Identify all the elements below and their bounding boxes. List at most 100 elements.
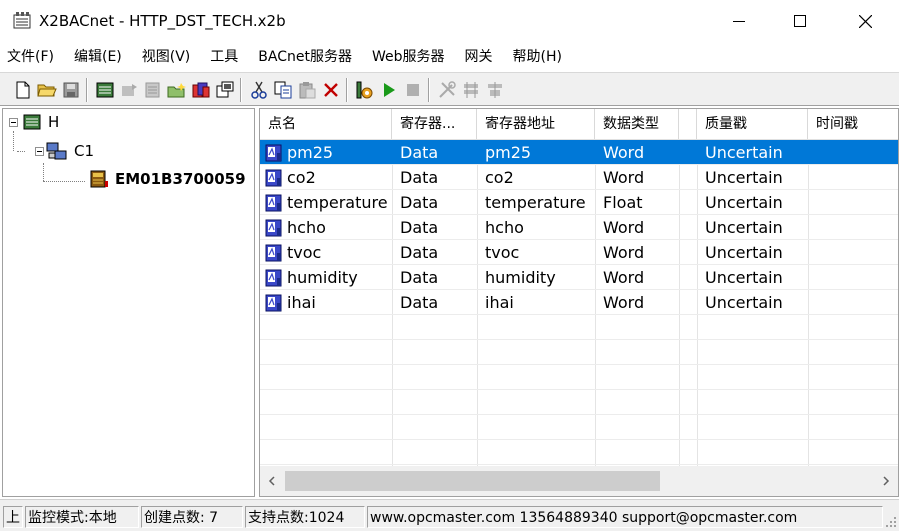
config2-button[interactable]: [484, 79, 506, 101]
cut-button[interactable]: [248, 79, 270, 101]
run-icon: [384, 83, 395, 97]
scrollbar-thumb[interactable]: [285, 471, 660, 491]
table-row[interactable]: co2 Data co2 Word Uncertain: [260, 165, 898, 190]
cell-address: humidity: [485, 268, 556, 287]
copy-button[interactable]: [272, 79, 294, 101]
config-icon: [464, 82, 478, 98]
paste-icon: [299, 82, 316, 99]
monitor-button[interactable]: [354, 79, 376, 101]
menu-web-server[interactable]: Web服务器: [372, 47, 445, 67]
table-row[interactable]: pm25 Data pm25 Word Uncertain: [260, 140, 898, 165]
cell-address: temperature: [485, 193, 586, 212]
tree-node-root[interactable]: H: [9, 113, 59, 131]
chevron-left-icon: [268, 476, 275, 486]
menu-gateway[interactable]: 网关: [465, 47, 493, 67]
table-row[interactable]: ihai Data ihai Word Uncertain: [260, 290, 898, 315]
cell-quality: Uncertain: [705, 243, 783, 262]
import-button[interactable]: [166, 79, 188, 101]
grid-line: [260, 439, 898, 440]
menu-bar: 文件(F) 编辑(E) 视图(V) 工具 BACnet服务器 Web服务器 网关…: [0, 44, 899, 70]
tree-connector: [17, 151, 25, 152]
horizontal-scrollbar[interactable]: [260, 466, 898, 496]
cell-timestamp: [808, 215, 898, 240]
collapse-toggle[interactable]: [9, 117, 18, 127]
menu-tools[interactable]: 工具: [210, 47, 238, 67]
table-row[interactable]: humidity Data humidity Word Uncertain: [260, 265, 898, 290]
table-row[interactable]: hcho Data hcho Word Uncertain: [260, 215, 898, 240]
cell-address: tvoc: [485, 243, 520, 262]
cell-register: Data: [400, 293, 439, 312]
tree-connector: [13, 131, 14, 151]
delete-icon: [324, 83, 338, 97]
tree-node-label: C1: [74, 142, 95, 160]
cut-icon: [251, 81, 267, 99]
close-button[interactable]: [833, 0, 897, 42]
chevron-right-icon: [883, 476, 890, 486]
scroll-left-button[interactable]: [260, 466, 284, 496]
column-header-name[interactable]: 点名: [260, 109, 392, 139]
config-button[interactable]: [460, 79, 482, 101]
tools-button[interactable]: [436, 79, 458, 101]
cell-address: co2: [485, 168, 514, 187]
points-list[interactable]: 点名 寄存器... 寄存器地址 数据类型 质量戳 时间戳 pm25 Data pm2…: [259, 108, 899, 497]
status-panel-contact: www.opcmaster.com 13564889340 support@op…: [367, 506, 883, 528]
cell-type: Word: [603, 268, 645, 287]
add-group-button[interactable]: [190, 79, 212, 101]
point-icon: [265, 219, 282, 237]
config2-icon: [488, 82, 502, 98]
group-properties-icon: [216, 81, 234, 98]
column-header-type[interactable]: 数据类型: [595, 109, 679, 139]
tree-pane[interactable]: H C1 EM01B3700059: [2, 108, 255, 497]
stop-icon: [407, 84, 419, 96]
cell-timestamp: [808, 140, 898, 165]
open-button[interactable]: [36, 79, 58, 101]
cell-address: ihai: [485, 293, 514, 312]
minimize-button[interactable]: [707, 0, 771, 42]
cell-type: Word: [603, 143, 645, 162]
server-icon: [23, 114, 41, 130]
delete-button[interactable]: [320, 79, 342, 101]
toolbar: [0, 72, 899, 106]
cell-timestamp: [808, 240, 898, 265]
menu-help[interactable]: 帮助(H): [513, 47, 562, 67]
column-header-address[interactable]: 寄存器地址: [477, 109, 595, 139]
tree-node-device[interactable]: EM01B3700059: [89, 169, 246, 189]
cell-quality: Uncertain: [705, 168, 783, 187]
toolbar-separator: [240, 78, 242, 102]
toolbar-separator: [428, 78, 430, 102]
menu-view[interactable]: 视图(V): [142, 47, 191, 67]
device-properties-button[interactable]: [142, 79, 164, 101]
cell-quality: Uncertain: [705, 193, 783, 212]
menu-bacnet-server[interactable]: BACnet服务器: [258, 47, 352, 67]
status-panel-created-points: 创建点数: 7: [141, 506, 243, 528]
collapse-toggle[interactable]: [35, 146, 44, 156]
add-device-icon: [122, 84, 137, 96]
cell-timestamp: [808, 265, 898, 290]
add-device-button[interactable]: [118, 79, 140, 101]
new-button[interactable]: [12, 79, 34, 101]
app-icon: [13, 12, 31, 29]
table-row[interactable]: tvoc Data tvoc Word Uncertain: [260, 240, 898, 265]
scroll-right-button[interactable]: [874, 466, 898, 496]
column-header-register[interactable]: 寄存器...: [392, 109, 477, 139]
grid-line: [260, 339, 898, 340]
cell-quality: Uncertain: [705, 293, 783, 312]
server-button[interactable]: [94, 79, 116, 101]
stop-button[interactable]: [402, 79, 424, 101]
cell-type: Word: [603, 168, 645, 187]
paste-button[interactable]: [296, 79, 318, 101]
column-header-timestamp[interactable]: 时间戳: [808, 109, 898, 139]
minimize-icon: [733, 21, 745, 22]
point-icon: [265, 269, 282, 287]
cell-timestamp: [808, 190, 898, 215]
column-header-quality[interactable]: 质量戳: [697, 109, 808, 139]
menu-edit[interactable]: 编辑(E): [74, 47, 122, 67]
tree-node-channel[interactable]: C1: [35, 141, 94, 161]
run-button[interactable]: [378, 79, 400, 101]
save-button[interactable]: [60, 79, 82, 101]
cell-timestamp: [808, 290, 898, 315]
menu-file[interactable]: 文件(F): [7, 47, 54, 67]
maximize-button[interactable]: [768, 0, 832, 42]
table-row[interactable]: temperature Data temperature Float Uncertain: [260, 190, 898, 215]
group-properties-button[interactable]: [214, 79, 236, 101]
